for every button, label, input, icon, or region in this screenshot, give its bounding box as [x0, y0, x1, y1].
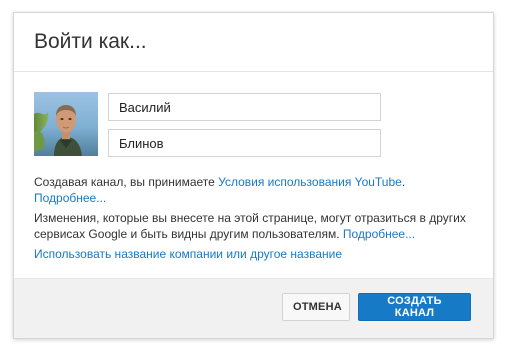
dialog-body: Создавая канал, вы принимаете Условия ис… — [14, 72, 493, 278]
terms-text: Создавая канал, вы принимаете Условия ис… — [34, 174, 479, 206]
terms-more-link[interactable]: Подробнее... — [34, 191, 106, 205]
dialog-title: Войти как... — [34, 30, 147, 53]
create-channel-button[interactable]: СОЗДАТЬ КАНАЛ — [358, 293, 471, 321]
create-channel-dialog: Войти как... Василий Блинов Создавая кан… — [13, 12, 494, 339]
notice-text: Изменения, которые вы внесете на этой ст… — [34, 210, 479, 242]
alt-name-row: Использовать название компании или друго… — [34, 246, 479, 262]
dialog-footer: ОТМЕНА СОЗДАТЬ КАНАЛ — [14, 278, 493, 338]
terms-prefix: Создавая канал, вы принимаете — [34, 175, 219, 189]
notice-more-link[interactable]: Подробнее... — [343, 227, 415, 241]
terms-suffix: . — [401, 175, 406, 189]
avatar — [34, 92, 98, 156]
use-business-name-link[interactable]: Использовать название компании или друго… — [34, 247, 342, 261]
terms-of-service-link[interactable]: Условия использования YouTube — [218, 175, 402, 189]
first-name-input[interactable] — [108, 93, 381, 121]
avatar-photo — [34, 92, 98, 156]
dialog-header: Войти как... — [14, 13, 493, 72]
last-name-input[interactable] — [108, 129, 381, 157]
cancel-button[interactable]: ОТМЕНА — [282, 293, 350, 321]
